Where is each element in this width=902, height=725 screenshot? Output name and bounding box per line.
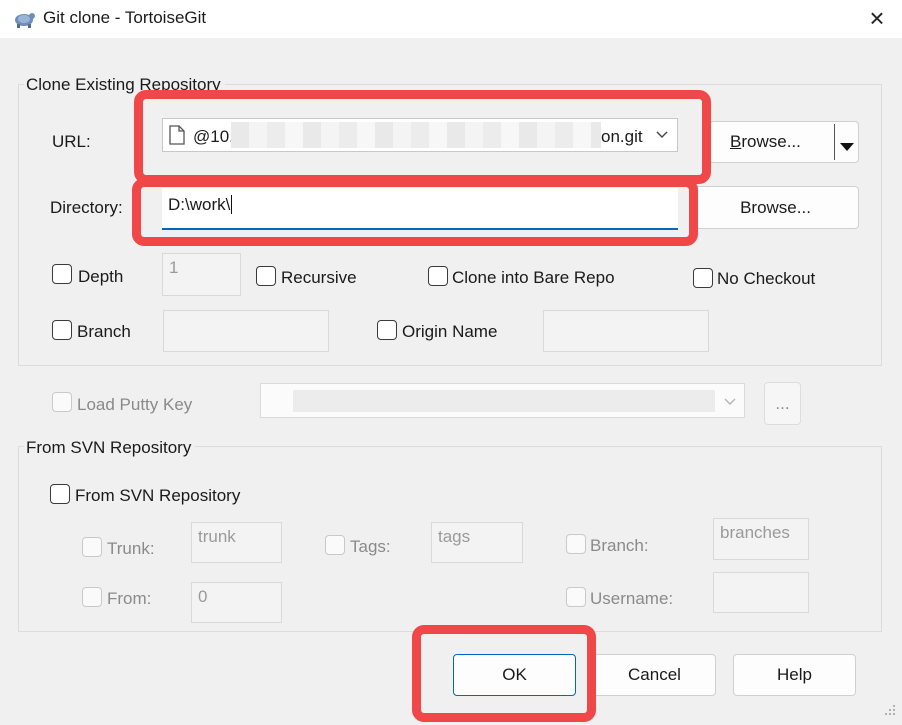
svn-username-input[interactable]	[713, 572, 809, 613]
putty-key-combobox[interactable]	[260, 383, 745, 418]
svn-username-label: Username:	[590, 589, 674, 608]
svn-trunk-label: Trunk:	[107, 539, 155, 558]
origin-name-checkbox[interactable]	[377, 320, 397, 340]
svn-tags-checkbox[interactable]	[325, 535, 345, 555]
putty-key-redaction	[293, 390, 715, 412]
svn-from-checkbox[interactable]	[82, 587, 102, 607]
no-checkout-label: No Checkout	[717, 269, 816, 288]
close-icon: ×	[869, 2, 885, 33]
svn-trunk-checkbox[interactable]	[82, 537, 102, 557]
ok-highlight-box	[412, 625, 596, 722]
svn-enable-label: From SVN Repository	[75, 486, 241, 505]
svn-trunk-input[interactable]: trunk	[191, 522, 282, 563]
depth-input[interactable]: 1	[162, 253, 241, 296]
window-title: Git clone - TortoiseGit	[43, 8, 207, 27]
branch-checkbox[interactable]	[52, 320, 72, 340]
directory-browse-button[interactable]: Browse...	[692, 186, 859, 229]
help-button[interactable]: Help	[733, 654, 856, 696]
close-button[interactable]: ×	[855, 0, 899, 36]
putty-key-checkbox[interactable]	[52, 392, 72, 412]
svn-group-legend: From SVN Repository	[24, 438, 196, 458]
svn-tags-label: Tags:	[350, 537, 391, 556]
tortoisegit-icon	[12, 7, 36, 29]
no-checkout-checkbox[interactable]	[693, 268, 713, 288]
svn-tags-input[interactable]: tags	[431, 522, 523, 563]
url-highlight-box	[134, 90, 711, 184]
origin-name-label: Origin Name	[402, 322, 498, 341]
svn-username-checkbox[interactable]	[566, 587, 586, 607]
origin-name-input[interactable]	[543, 310, 709, 352]
bare-repo-label: Clone into Bare Repo	[452, 268, 615, 287]
putty-key-browse-button[interactable]: ...	[764, 382, 801, 425]
chevron-down-icon[interactable]	[723, 394, 737, 414]
recursive-checkbox[interactable]	[256, 266, 276, 286]
url-browse-split-button[interactable]: Browse...	[709, 121, 859, 163]
recursive-label: Recursive	[281, 268, 357, 287]
split-divider	[834, 124, 835, 160]
url-browse-label: Browse...	[730, 132, 801, 151]
svn-branch-input[interactable]: branches	[713, 518, 809, 560]
dropdown-arrow-icon[interactable]	[839, 137, 855, 157]
putty-key-label: Load Putty Key	[77, 395, 193, 414]
svn-enable-checkbox[interactable]	[50, 484, 70, 504]
svn-branch-label: Branch:	[590, 536, 649, 555]
branch-label: Branch	[77, 322, 131, 341]
directory-label: Directory:	[50, 198, 123, 217]
svn-from-input[interactable]: 0	[191, 582, 282, 623]
directory-highlight-box	[132, 178, 698, 246]
depth-label: Depth	[78, 267, 124, 286]
branch-input[interactable]	[163, 310, 329, 352]
bare-repo-checkbox[interactable]	[428, 266, 448, 286]
svn-branch-checkbox[interactable]	[566, 534, 586, 554]
svn-from-label: From:	[107, 589, 152, 608]
depth-checkbox[interactable]	[52, 264, 72, 284]
url-label: URL:	[52, 132, 91, 151]
cancel-button[interactable]: Cancel	[593, 654, 716, 696]
